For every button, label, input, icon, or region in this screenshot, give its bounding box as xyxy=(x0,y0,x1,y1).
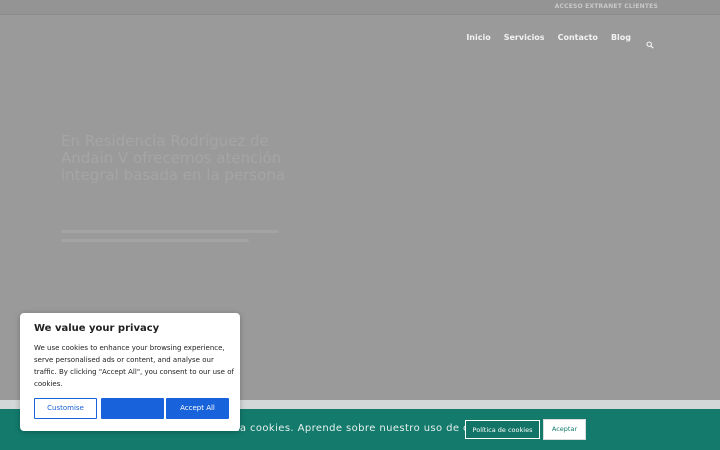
main-nav: Inicio Servicios Contacto Blog xyxy=(466,33,654,49)
popup-description: We use cookies to enhance your browsing … xyxy=(34,344,234,388)
popup-title: We value your privacy xyxy=(34,323,160,334)
cookie-policy-button[interactable]: Política de cookies xyxy=(465,420,540,439)
page: ACCESO EXTRANET CLIENTES Inicio Servicio… xyxy=(0,0,720,450)
top-utility-bar: ACCESO EXTRANET CLIENTES xyxy=(0,0,720,15)
search-icon[interactable] xyxy=(646,34,654,49)
site-header: Inicio Servicios Contacto Blog xyxy=(0,15,720,59)
customise-button[interactable]: Customise xyxy=(34,398,97,419)
privacy-consent-popup: We value your privacy We use cookies to … xyxy=(20,313,240,431)
extranet-link[interactable]: ACCESO EXTRANET CLIENTES xyxy=(555,3,658,10)
nav-item-blog[interactable]: Blog xyxy=(611,33,631,42)
nav-item-contacto[interactable]: Contacto xyxy=(558,33,598,42)
nav-item-servicios[interactable]: Servicios xyxy=(504,33,545,42)
reject-all-button[interactable] xyxy=(101,398,164,419)
hero-text-blurred xyxy=(61,228,286,250)
nav-item-inicio[interactable]: Inicio xyxy=(466,33,490,42)
hero-title: En Residencia Rodríguez de Andain V ofre… xyxy=(61,132,286,184)
accept-all-button[interactable]: Accept All xyxy=(166,398,229,419)
accept-cookies-button[interactable]: Aceptar xyxy=(544,420,585,439)
